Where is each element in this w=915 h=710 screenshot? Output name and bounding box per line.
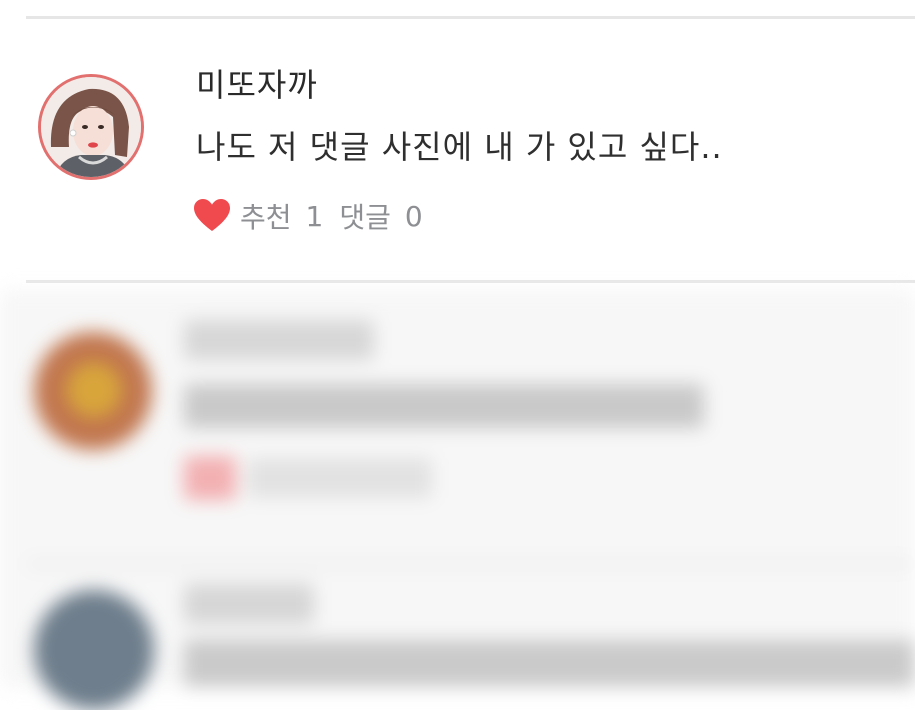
comment-divider xyxy=(26,280,915,283)
top-divider xyxy=(26,16,915,19)
blurred-author xyxy=(184,584,314,624)
comment-text: 나도 저 댓글 사진에 내 가 있고 싶다.. xyxy=(196,128,723,166)
blurred-heart xyxy=(184,456,236,500)
comment-author[interactable]: 미또자까 xyxy=(196,60,318,106)
avatar[interactable] xyxy=(38,74,144,180)
replies-count: 0 xyxy=(404,199,423,233)
blurred-text xyxy=(184,640,915,687)
heart-icon[interactable] xyxy=(192,196,232,236)
comment-meta: 추천 1 댓글 0 xyxy=(192,196,423,236)
replies-label[interactable]: 댓글 xyxy=(339,196,391,236)
blurred-comments xyxy=(0,290,915,710)
blurred-avatar-center xyxy=(66,362,122,418)
blurred-avatar xyxy=(34,590,154,710)
blurred-author xyxy=(184,320,374,360)
profile-photo xyxy=(41,77,141,177)
likes-count: 1 xyxy=(305,199,324,233)
blurred-meta xyxy=(248,458,432,498)
blurred-divider xyxy=(26,560,915,568)
likes-label: 추천 xyxy=(240,201,292,234)
blurred-text xyxy=(184,384,704,428)
